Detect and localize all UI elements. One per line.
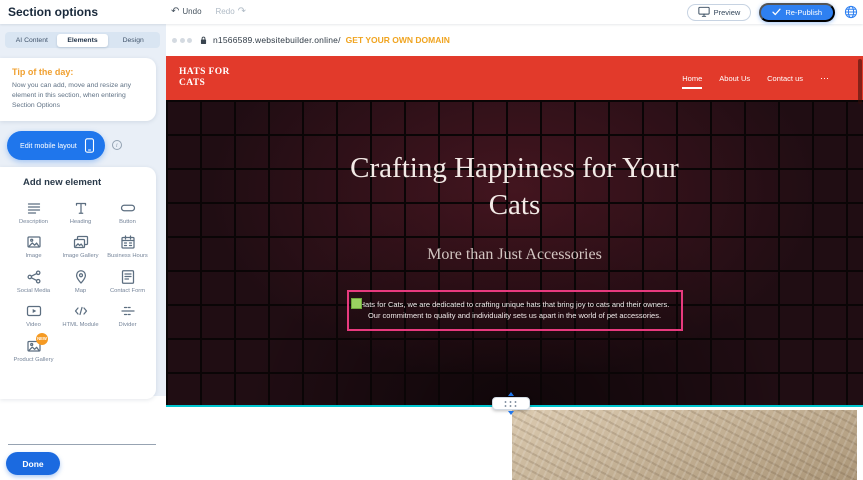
element-heading[interactable]: Heading bbox=[57, 195, 104, 227]
element-social-media[interactable]: Social Media bbox=[10, 264, 57, 296]
globe-icon bbox=[844, 5, 858, 19]
nav-more-button[interactable]: ⋯ bbox=[820, 73, 829, 84]
mobile-phone-icon bbox=[84, 138, 95, 153]
element-image[interactable]: Image bbox=[10, 229, 57, 261]
element-video[interactable]: Video bbox=[10, 298, 57, 330]
window-dots bbox=[172, 38, 192, 43]
social-media-icon bbox=[26, 269, 42, 285]
sidebar-tabs: AI Content Elements Design bbox=[5, 32, 160, 48]
preview-canvas: n1566589.websitebuilder.online/ GET YOUR… bbox=[166, 24, 863, 480]
preview-scrollbar bbox=[857, 56, 863, 480]
contact-form-icon bbox=[120, 269, 136, 285]
hero-body-text: Hats for Cats, we are dedicated to craft… bbox=[360, 300, 670, 321]
undo-icon: ↶ bbox=[171, 8, 179, 16]
site-logo[interactable]: HATS FOR CATS bbox=[179, 67, 231, 89]
resize-up-arrow-icon bbox=[508, 392, 514, 396]
nav-contact-us[interactable]: Contact us bbox=[767, 74, 803, 83]
new-badge: NEW bbox=[36, 333, 48, 345]
element-description[interactable]: Description bbox=[10, 195, 57, 227]
add-element-title: Add new element bbox=[23, 177, 156, 188]
tip-body: Now you can add, move and resize any ele… bbox=[12, 81, 146, 111]
window-dot bbox=[172, 38, 177, 43]
get-domain-link[interactable]: GET YOUR OWN DOMAIN bbox=[346, 35, 450, 45]
history-controls: ↶ Undo Redo ↷ bbox=[171, 7, 246, 16]
tip-of-the-day-card: Tip of the day: Now you can add, move an… bbox=[0, 58, 156, 121]
nav-about-us[interactable]: About Us bbox=[719, 74, 750, 83]
element-grid: Description Heading Button Image Image G… bbox=[0, 195, 156, 365]
tab-design[interactable]: Design bbox=[108, 34, 159, 47]
nav-home[interactable]: Home bbox=[682, 74, 702, 83]
element-image-gallery[interactable]: Image Gallery bbox=[57, 229, 104, 261]
scrollbar-thumb[interactable] bbox=[858, 59, 862, 104]
tab-ai-content[interactable]: AI Content bbox=[7, 34, 58, 47]
element-drag-handle[interactable] bbox=[351, 298, 362, 309]
done-button[interactable]: Done bbox=[6, 452, 60, 475]
description-icon bbox=[26, 200, 42, 216]
heading-icon bbox=[73, 200, 89, 216]
site-nav: Home About Us Contact us ⋯ bbox=[682, 73, 829, 84]
next-section-image[interactable] bbox=[512, 410, 857, 480]
redo-button[interactable]: Redo ↷ bbox=[216, 7, 247, 16]
check-icon bbox=[772, 8, 781, 16]
topbar-actions: Preview Re-Publish bbox=[687, 2, 858, 22]
lock-icon bbox=[199, 35, 208, 46]
resize-down-arrow-icon bbox=[508, 411, 514, 415]
business-hours-icon bbox=[120, 234, 136, 250]
element-product-gallery[interactable]: NEW Product Gallery bbox=[10, 333, 57, 365]
preview-button[interactable]: Preview bbox=[687, 4, 752, 21]
edit-mobile-layout-button[interactable]: Edit mobile layout bbox=[7, 131, 105, 160]
element-contact-form[interactable]: Contact Form bbox=[104, 264, 151, 296]
image-gallery-icon bbox=[73, 234, 89, 250]
window-dot bbox=[187, 38, 192, 43]
topbar: Section options ↶ Undo Redo ↷ Preview bbox=[0, 0, 863, 24]
element-html-module[interactable]: HTML Module bbox=[57, 298, 104, 330]
element-divider[interactable]: Divider bbox=[104, 298, 151, 330]
element-map[interactable]: Map bbox=[57, 264, 104, 296]
button-icon bbox=[120, 200, 136, 216]
tab-elements[interactable]: Elements bbox=[57, 34, 108, 47]
page-title: Section options bbox=[8, 5, 98, 19]
hero-subheading[interactable]: More than Just Accessories bbox=[427, 246, 602, 264]
element-business-hours[interactable]: Business Hours bbox=[104, 229, 151, 261]
language-globe-button[interactable] bbox=[843, 5, 858, 20]
info-icon[interactable]: i bbox=[112, 140, 122, 150]
window-dot bbox=[180, 38, 185, 43]
hero-text-block-selected[interactable]: Hats for Cats, we are dedicated to craft… bbox=[347, 290, 683, 331]
undo-label: Undo bbox=[182, 7, 201, 16]
redo-icon: ↷ bbox=[238, 8, 246, 16]
resize-grip-pill bbox=[492, 397, 530, 410]
grip-dots-icon bbox=[503, 400, 519, 408]
html-module-icon bbox=[73, 303, 89, 319]
browser-bar: n1566589.websitebuilder.online/ GET YOUR… bbox=[166, 24, 863, 56]
monitor-icon bbox=[698, 6, 710, 18]
republish-label: Re-Publish bbox=[785, 8, 822, 17]
edit-mobile-row: Edit mobile layout i bbox=[7, 131, 166, 160]
undo-button[interactable]: ↶ Undo bbox=[171, 7, 202, 16]
element-button[interactable]: Button bbox=[104, 195, 151, 227]
divider-icon bbox=[120, 303, 136, 319]
site-header: HATS FOR CATS Home About Us Contact us ⋯ bbox=[166, 56, 863, 100]
hero-section[interactable]: Crafting Happiness for Your Cats More th… bbox=[166, 100, 863, 405]
redo-label: Redo bbox=[216, 7, 235, 16]
preview-label: Preview bbox=[714, 8, 741, 17]
website-builder-app: Section options ↶ Undo Redo ↷ Preview bbox=[0, 0, 863, 480]
section-resize-handle[interactable] bbox=[489, 392, 533, 418]
image-icon bbox=[26, 234, 42, 250]
edit-mobile-label: Edit mobile layout bbox=[20, 141, 77, 150]
sidebar: AI Content Elements Design Tip of the da… bbox=[0, 24, 166, 480]
sidebar-divider bbox=[8, 444, 156, 445]
map-pin-icon bbox=[73, 269, 89, 285]
site-url[interactable]: n1566589.websitebuilder.online/ bbox=[213, 35, 341, 45]
tip-title: Tip of the day: bbox=[12, 67, 146, 77]
hero-heading[interactable]: Crafting Happiness for Your Cats bbox=[340, 150, 690, 224]
add-element-panel: Add new element Description Heading Butt… bbox=[0, 167, 156, 399]
republish-button[interactable]: Re-Publish bbox=[759, 3, 835, 22]
video-icon bbox=[26, 303, 42, 319]
